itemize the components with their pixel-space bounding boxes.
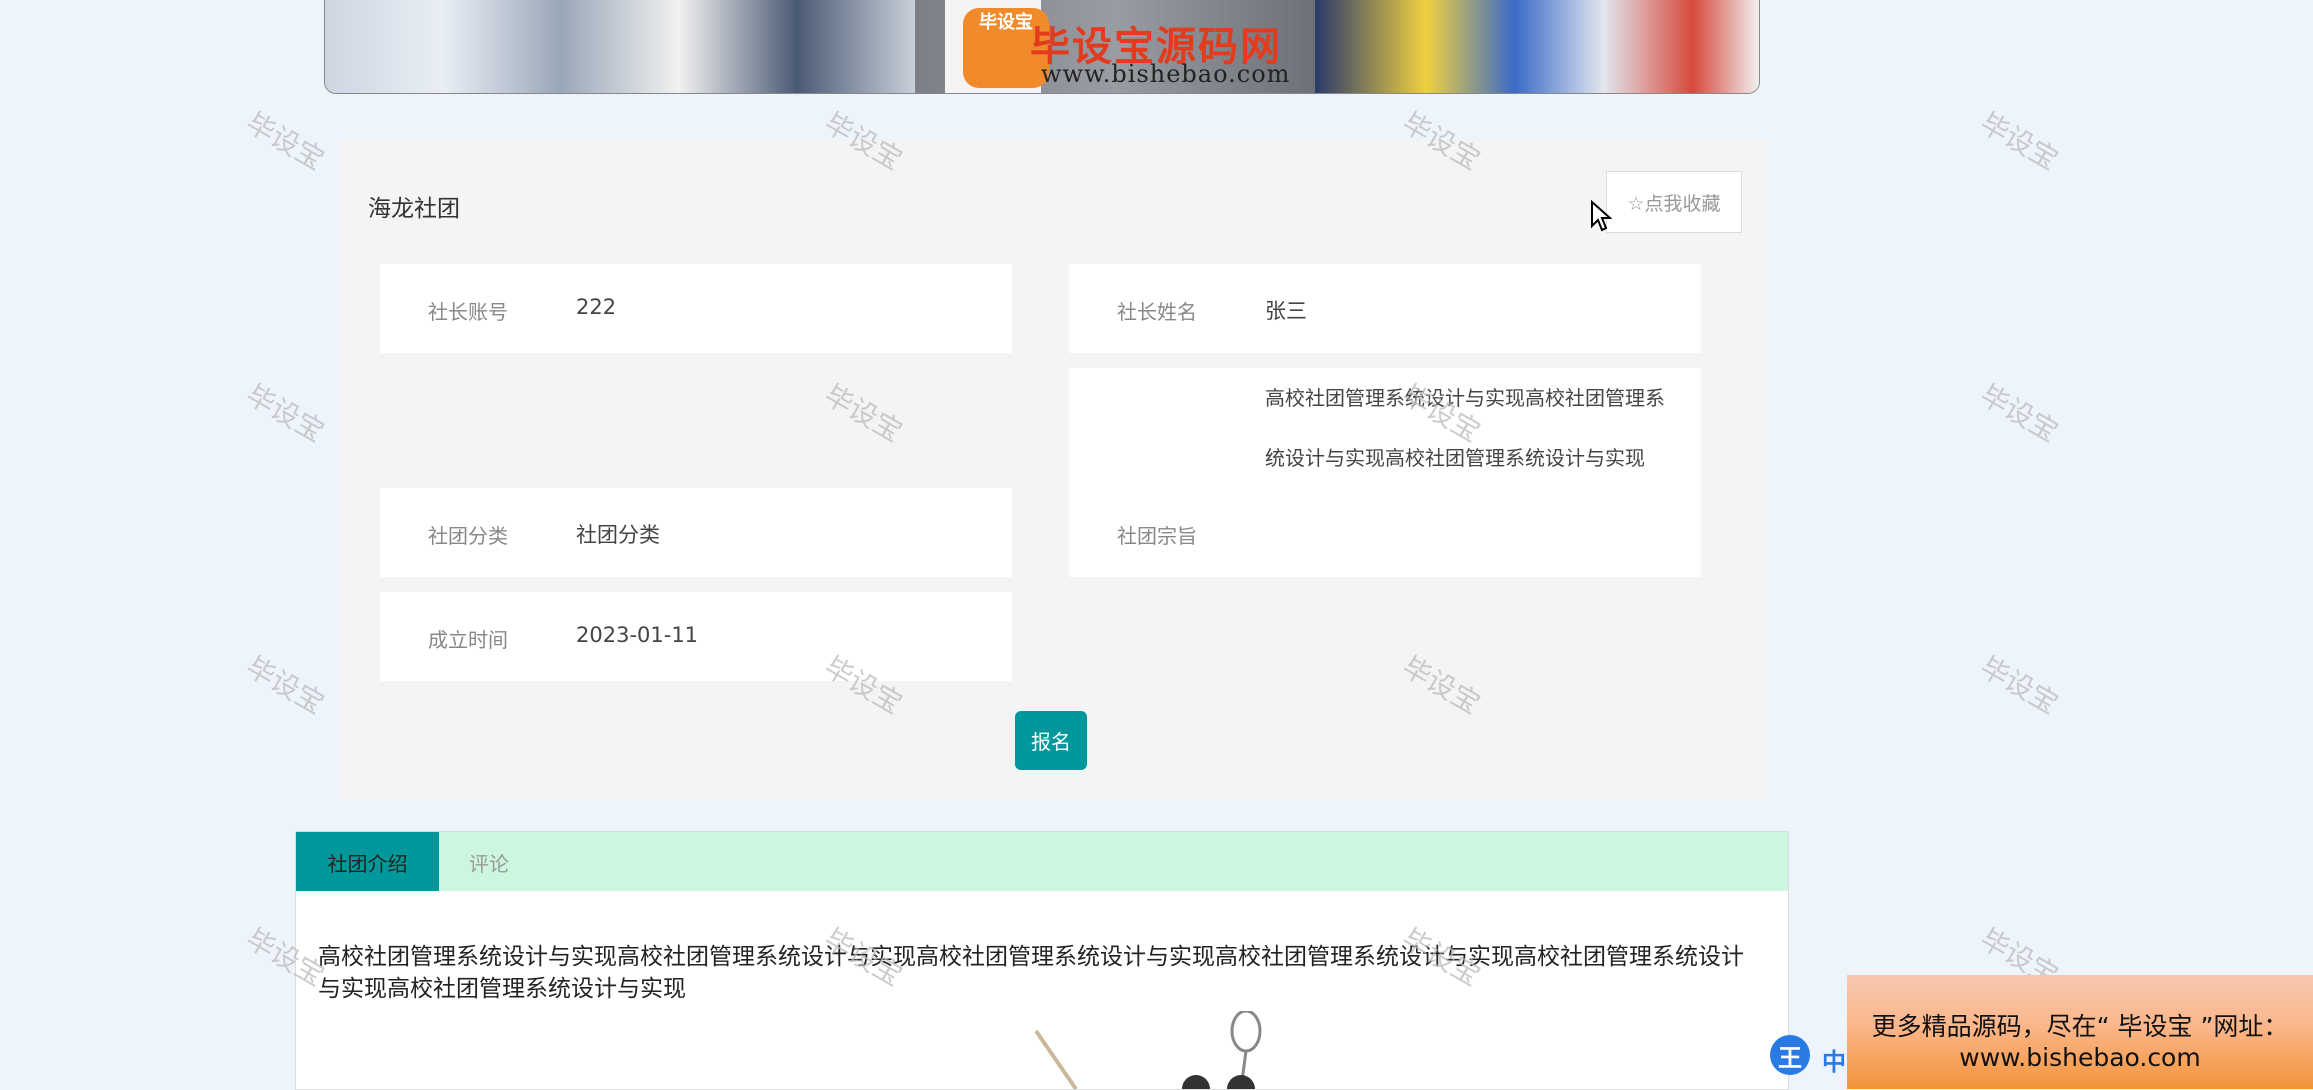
watermark: 毕设宝 <box>1974 106 2064 177</box>
field-value: 2023-01-11 <box>576 623 699 647</box>
tab-content: 高校社团管理系统设计与实现高校社团管理系统设计与实现高校社团管理系统设计与实现高… <box>295 891 1789 1090</box>
detail-tabs: 社团介绍 评论 <box>295 831 1789 892</box>
field-label: 社团分类 <box>428 524 508 548</box>
mouse-cursor-icon <box>1591 200 1612 232</box>
banner-photo-right <box>1315 0 1759 93</box>
field-label: 社长账号 <box>428 300 508 324</box>
field-value: 高校社团管理系统设计与实现高校社团管理系统设计与实现高校社团管理系统设计与实现 <box>1265 386 1665 470</box>
top-banner: 毕设宝 毕设宝源码网 www.bishebao.com <box>324 0 1760 94</box>
logo-url: www.bishebao.com <box>1041 60 1291 88</box>
favorite-button[interactable]: ☆点我收藏 <box>1606 171 1742 233</box>
banner-photo-left <box>325 0 915 93</box>
ime-language-label[interactable]: 中 <box>1822 1042 1846 1077</box>
promo-line-2: www.bishebao.com <box>1959 1043 2201 1072</box>
promo-line-1: 更多精品源码，尽在“ 毕设宝 ”网址： <box>1871 1012 2289 1041</box>
field-value: 社团分类 <box>576 523 660 547</box>
field-aim: 社团宗旨 高校社团管理系统设计与实现高校社团管理系统设计与实现高校社团管理系统设… <box>1069 368 1701 577</box>
watermark: 毕设宝 <box>240 378 330 449</box>
club-detail-card: 海龙社团 ☆点我收藏 社长账号 222 社长姓名 张三 社团分类 社团分类 社团… <box>338 141 1768 801</box>
club-description: 高校社团管理系统设计与实现高校社团管理系统设计与实现高校社团管理系统设计与实现高… <box>318 944 1744 1002</box>
promo-banner[interactable]: 更多精品源码，尽在“ 毕设宝 ”网址： www.bishebao.com <box>1847 975 2313 1089</box>
intro-image <box>1034 1011 1262 1089</box>
watermark: 毕设宝 <box>1974 650 2064 721</box>
signup-button[interactable]: 报名 <box>1015 711 1087 770</box>
field-founded: 成立时间 2023-01-11 <box>380 592 1012 681</box>
field-label: 社团宗旨 <box>1117 524 1197 548</box>
tab-comments[interactable]: 评论 <box>439 832 539 892</box>
field-value: 张三 <box>1265 299 1307 323</box>
field-leader-name: 社长姓名 张三 <box>1069 264 1701 353</box>
ime-icon[interactable]: 王 <box>1770 1035 1810 1075</box>
watermark: 毕设宝 <box>240 106 330 177</box>
field-label: 社长姓名 <box>1117 300 1197 324</box>
club-name: 海龙社团 <box>368 196 460 222</box>
field-value: 222 <box>576 295 617 319</box>
field-category: 社团分类 社团分类 <box>380 488 1012 577</box>
tab-club-intro[interactable]: 社团介绍 <box>296 832 439 892</box>
field-leader-account: 社长账号 222 <box>380 264 1012 353</box>
field-label: 成立时间 <box>428 628 508 652</box>
watermark: 毕设宝 <box>1974 378 2064 449</box>
watermark: 毕设宝 <box>240 650 330 721</box>
